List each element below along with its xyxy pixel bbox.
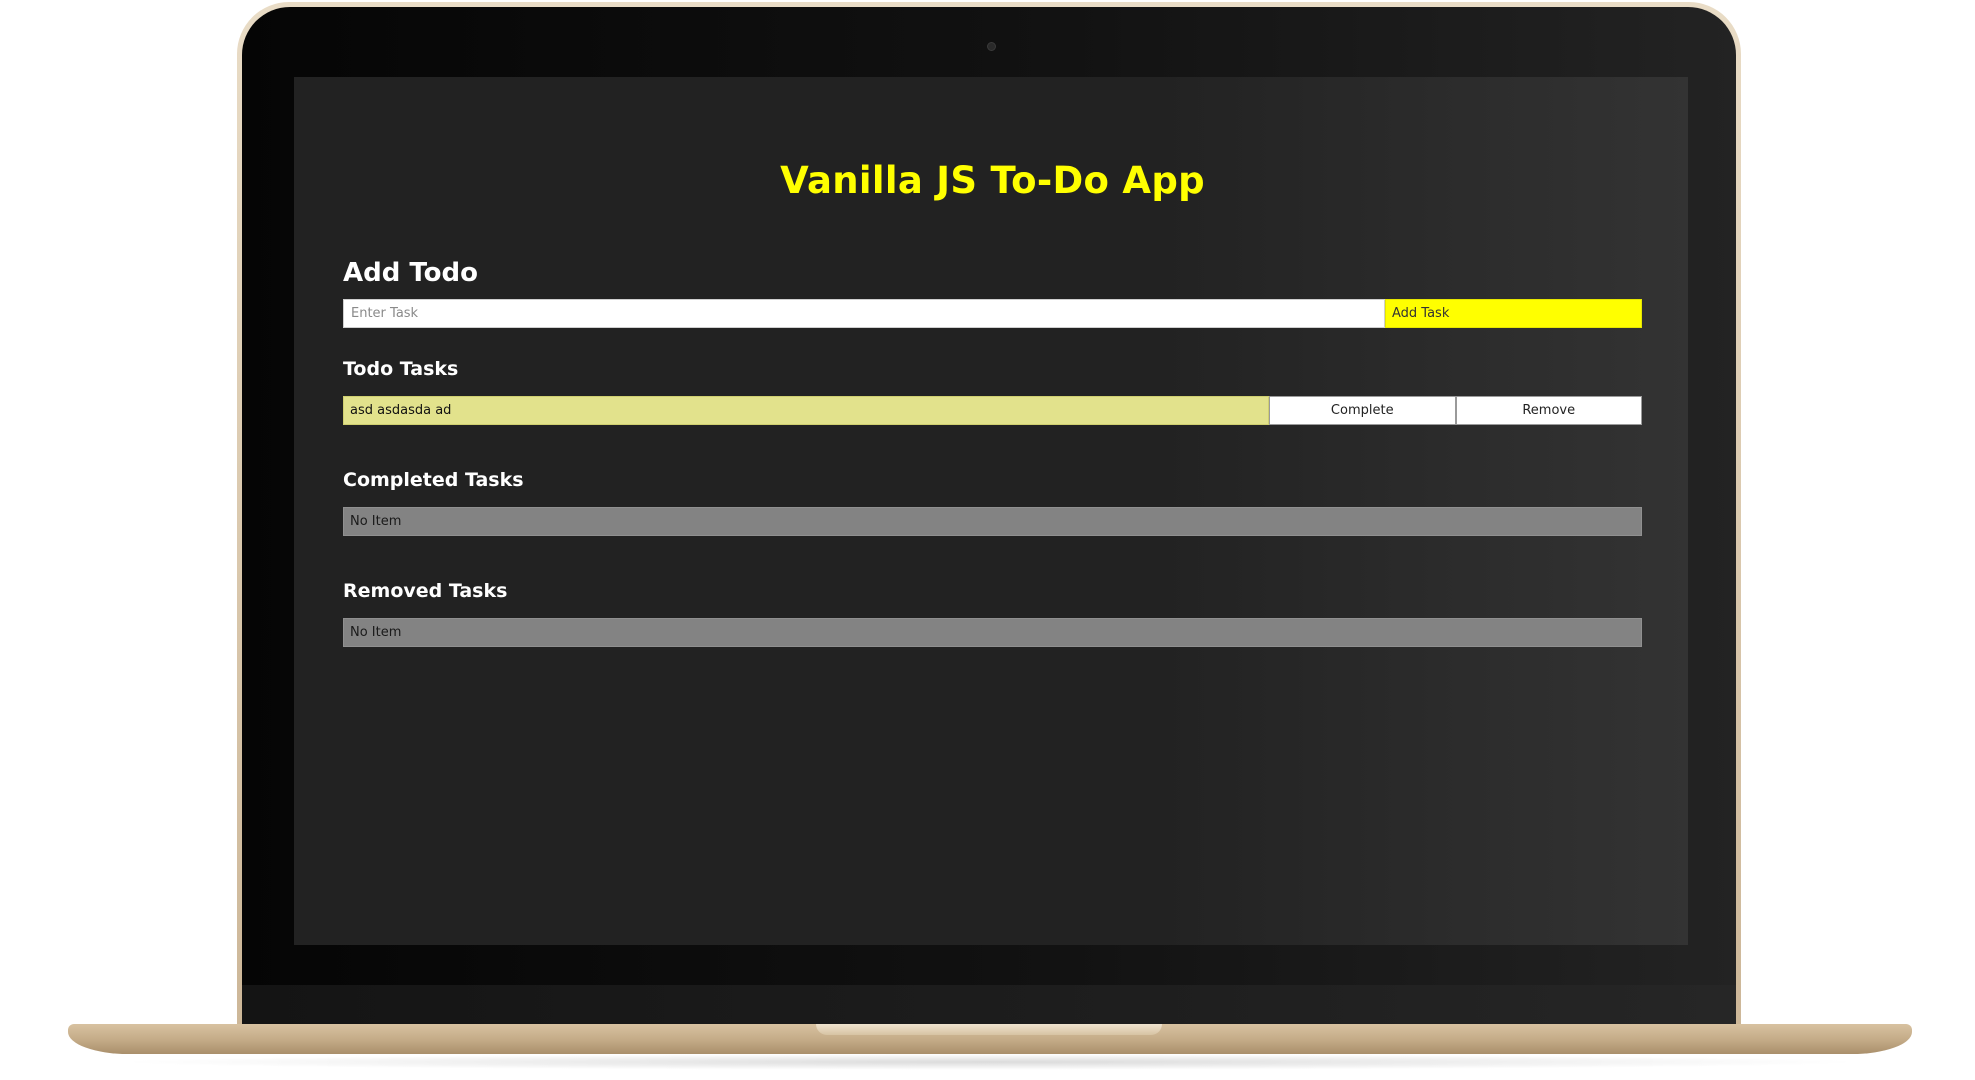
remove-button[interactable]: Remove xyxy=(1455,396,1642,425)
laptop-shadow xyxy=(110,1054,1870,1070)
camera-icon xyxy=(987,42,996,51)
todo-tasks-heading: Todo Tasks xyxy=(343,358,459,380)
removed-empty-item: No Item xyxy=(343,618,1642,647)
laptop-screen: Vanilla JS To-Do App Add Todo Add Task T… xyxy=(294,77,1688,945)
add-task-form: Add Task xyxy=(343,299,1642,328)
todo-item-text: asd asdasda ad xyxy=(343,396,1269,425)
completed-tasks-heading: Completed Tasks xyxy=(343,469,524,491)
add-todo-heading: Add Todo xyxy=(343,258,479,288)
todo-app: Vanilla JS To-Do App Add Todo Add Task T… xyxy=(294,159,1688,647)
complete-button[interactable]: Complete xyxy=(1269,396,1456,425)
laptop-hinge-notch xyxy=(816,1024,1162,1035)
todo-item: asd asdasda ad Complete Remove xyxy=(343,396,1642,425)
removed-tasks-heading: Removed Tasks xyxy=(343,580,508,602)
add-task-button[interactable]: Add Task xyxy=(1385,299,1642,328)
completed-empty-item: No Item xyxy=(343,507,1642,536)
laptop-chin xyxy=(242,985,1736,1025)
laptop-base xyxy=(68,1024,1912,1054)
task-input[interactable] xyxy=(343,299,1385,328)
page-title: Vanilla JS To-Do App xyxy=(780,159,1205,202)
